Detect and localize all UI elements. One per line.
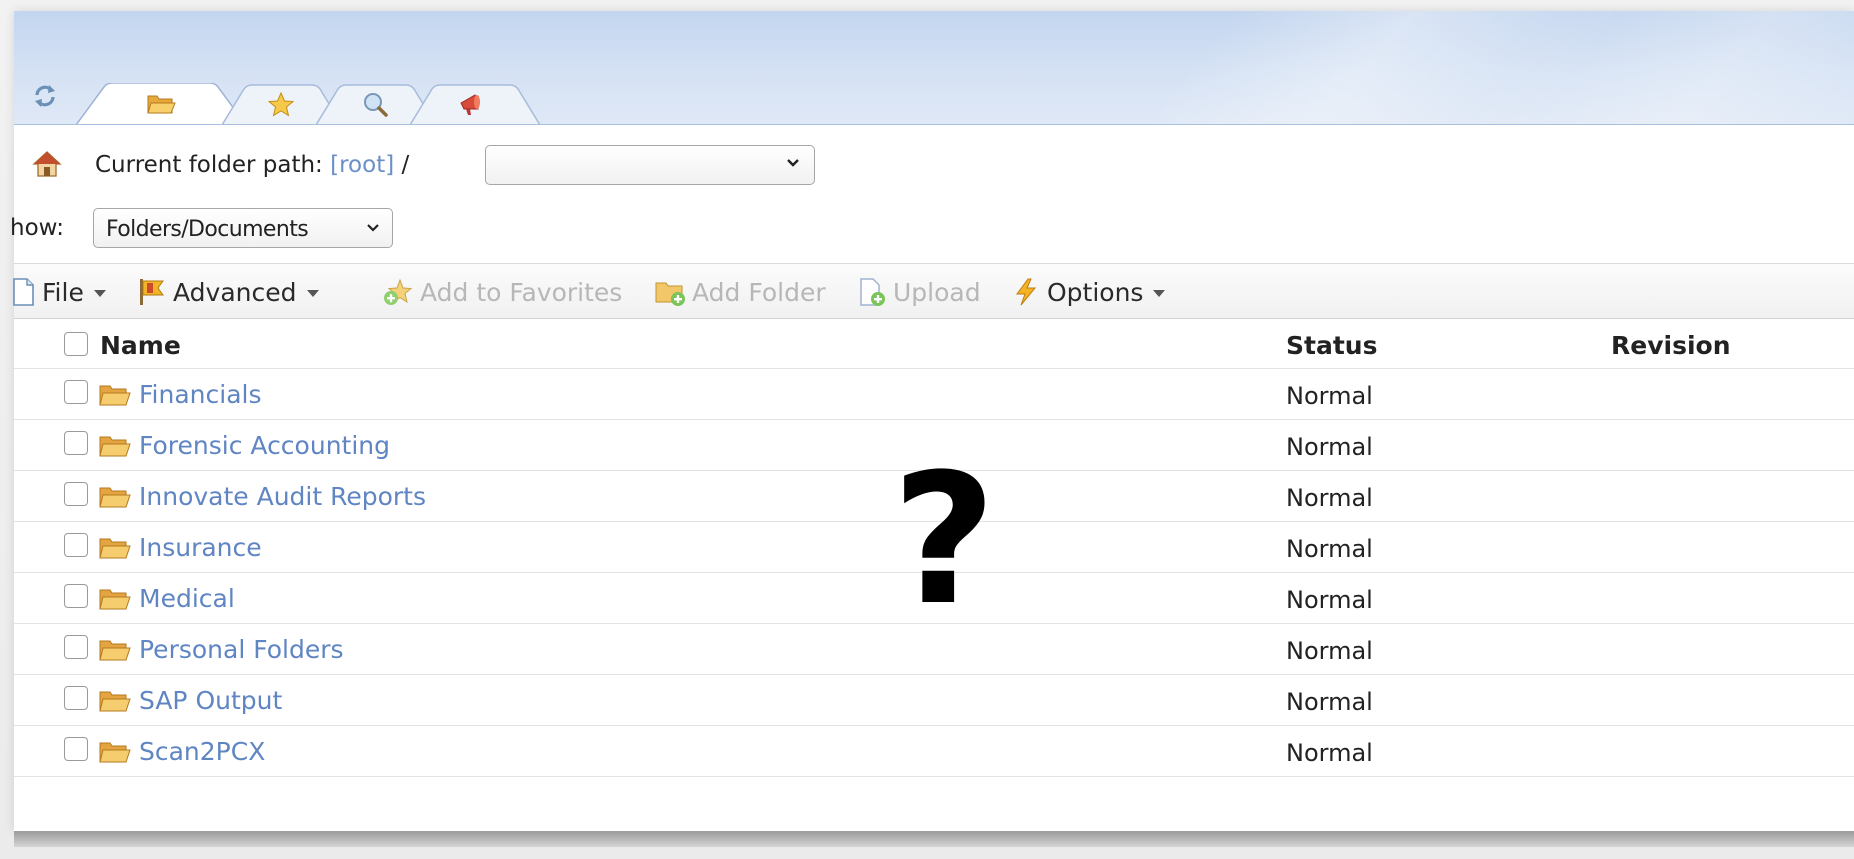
advanced-label: Advanced xyxy=(173,277,297,307)
folder-status: Normal xyxy=(1286,433,1373,461)
table-row[interactable]: Scan2PCX Normal xyxy=(14,727,1854,777)
column-header-revision[interactable]: Revision xyxy=(1611,331,1731,360)
screenshot-stage: Current folder path: [root] / how: Folde… xyxy=(0,0,1854,859)
options-menu-button[interactable]: Options xyxy=(1011,274,1166,310)
document-icon xyxy=(13,278,34,306)
folder-name-link[interactable]: Medical xyxy=(139,584,235,613)
row-checkbox[interactable] xyxy=(64,380,88,404)
folder-name-link[interactable]: Insurance xyxy=(139,533,262,562)
add-folder-label: Add Folder xyxy=(692,277,826,307)
document-add-icon xyxy=(860,278,885,306)
star-add-icon xyxy=(384,278,413,305)
row-checkbox[interactable] xyxy=(64,737,88,761)
folder-status: Normal xyxy=(1286,688,1373,716)
caret-down-icon xyxy=(306,289,319,297)
caret-down-icon xyxy=(93,289,106,297)
folder-path-label: Current folder path: [root] / xyxy=(95,152,409,178)
select-all-checkbox[interactable] xyxy=(64,332,88,356)
folder-name-link[interactable]: SAP Output xyxy=(139,686,282,715)
refresh-button[interactable] xyxy=(28,79,62,113)
chevron-down-icon xyxy=(367,224,379,232)
table-row[interactable]: SAP Output Normal xyxy=(14,676,1854,726)
folder-icon xyxy=(99,589,131,610)
folder-status: Normal xyxy=(1286,382,1373,410)
flag-icon xyxy=(140,279,164,305)
table-row[interactable]: Financials Normal xyxy=(14,370,1854,420)
lightning-icon xyxy=(1016,278,1037,306)
file-label: File xyxy=(42,277,84,307)
refresh-icon xyxy=(35,85,55,107)
magnifier-icon xyxy=(364,93,388,117)
folder-open-icon xyxy=(147,95,176,114)
home-icon[interactable] xyxy=(32,149,62,179)
show-label: how: xyxy=(10,215,64,241)
options-label: Options xyxy=(1047,277,1144,307)
tab-alerts[interactable] xyxy=(410,83,540,124)
folder-name-link[interactable]: Innovate Audit Reports xyxy=(139,482,426,511)
row-checkbox[interactable] xyxy=(64,431,88,455)
tab-bar xyxy=(14,11,1854,125)
folder-icon xyxy=(99,538,131,559)
megaphone-icon xyxy=(460,94,480,115)
folder-name-link[interactable]: Scan2PCX xyxy=(139,737,265,766)
show-filter-row: how: Folders/Documents xyxy=(10,207,1854,251)
folder-add-icon xyxy=(655,282,685,306)
folder-icon xyxy=(99,640,131,661)
upload-label: Upload xyxy=(893,277,981,307)
tab-folders[interactable] xyxy=(76,83,246,124)
upload-button[interactable]: Upload xyxy=(857,274,981,310)
window-bottom-shadow xyxy=(14,831,1854,847)
folder-name-link[interactable]: Personal Folders xyxy=(139,635,344,664)
question-mark-overlay: ? xyxy=(891,436,997,645)
row-checkbox[interactable] xyxy=(64,584,88,608)
advanced-menu-button[interactable]: Advanced xyxy=(137,274,319,310)
folder-path-row: Current folder path: [root] / xyxy=(14,141,1854,185)
folder-name-link[interactable]: Forensic Accounting xyxy=(139,431,390,460)
folder-icon xyxy=(99,487,131,508)
folder-icon xyxy=(99,385,131,406)
grid-header-row: Name Status Revision xyxy=(14,319,1854,369)
folder-icon xyxy=(99,742,131,763)
folder-status: Normal xyxy=(1286,739,1373,767)
row-checkbox[interactable] xyxy=(64,482,88,506)
row-checkbox[interactable] xyxy=(64,635,88,659)
row-checkbox[interactable] xyxy=(64,686,88,710)
folder-icon xyxy=(99,436,131,457)
folder-name-link[interactable]: Financials xyxy=(139,380,262,409)
document-manager-window: Current folder path: [root] / how: Folde… xyxy=(10,11,1854,831)
show-filter-value: Folders/Documents xyxy=(106,217,309,242)
chevron-down-icon xyxy=(787,159,799,167)
folder-icon xyxy=(99,691,131,712)
file-menu-button[interactable]: File xyxy=(10,274,106,310)
add-folder-button[interactable]: Add Folder xyxy=(654,274,826,310)
folder-status: Normal xyxy=(1286,535,1373,563)
folder-status: Normal xyxy=(1286,637,1373,665)
path-separator: / xyxy=(401,152,410,178)
caret-down-icon xyxy=(1153,289,1166,297)
show-filter-select[interactable]: Folders/Documents xyxy=(93,208,393,248)
column-header-name[interactable]: Name xyxy=(100,331,181,360)
add-to-favorites-button[interactable]: Add to Favorites xyxy=(382,274,622,310)
column-header-status[interactable]: Status xyxy=(1286,331,1377,360)
row-checkbox[interactable] xyxy=(64,533,88,557)
folder-path-select[interactable] xyxy=(485,145,815,185)
path-label-text: Current folder path: xyxy=(95,152,323,178)
toolbar: File Advanced Add to Favorites Add Folde… xyxy=(13,263,1854,319)
folder-status: Normal xyxy=(1286,586,1373,614)
star-icon xyxy=(267,91,295,117)
folder-status: Normal xyxy=(1286,484,1373,512)
add-to-favorites-label: Add to Favorites xyxy=(420,277,623,307)
root-link[interactable]: [root] xyxy=(330,152,394,178)
